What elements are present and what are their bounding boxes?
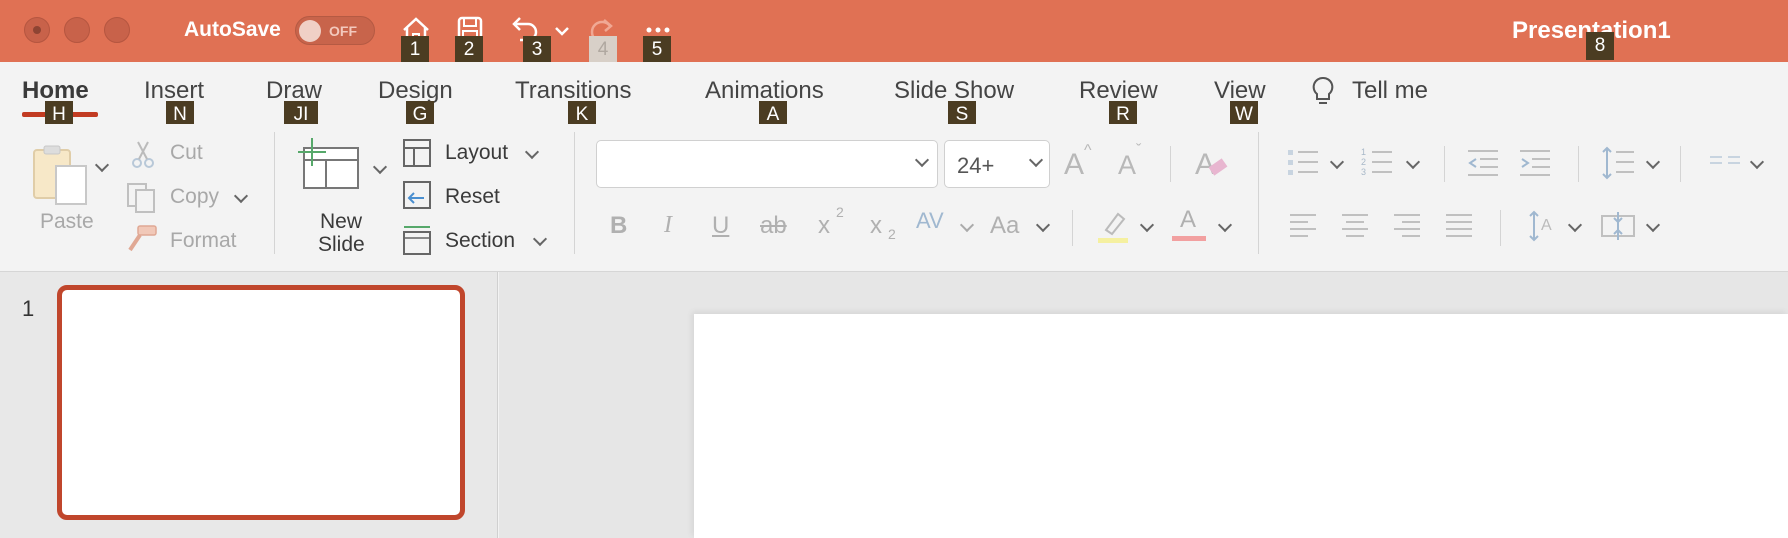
numbering-icon[interactable]: 123 [1360, 146, 1394, 180]
group-divider [274, 132, 275, 254]
font-name-combobox[interactable] [596, 140, 938, 188]
section-icon[interactable] [402, 224, 432, 256]
keytip-badge: 3 [523, 36, 551, 64]
group-divider [1444, 146, 1445, 182]
svg-text:A: A [1541, 217, 1552, 234]
new-slide-label-line2[interactable]: Slide [318, 233, 365, 257]
bullets-icon[interactable] [1286, 146, 1320, 180]
caret-down-icon: ˇ [1136, 142, 1142, 159]
keytip-badge: 4 [589, 36, 617, 64]
ribbon-tabs: Home Insert Draw Design Transitions Anim… [0, 62, 1788, 124]
font-size-chevron-down-icon[interactable] [1028, 152, 1044, 168]
reset-icon[interactable] [402, 180, 432, 210]
decrease-font-size-icon[interactable]: A [1118, 150, 1136, 181]
copy-label[interactable]: Copy [170, 185, 219, 209]
svg-text:2: 2 [1361, 157, 1366, 167]
format-painter-label[interactable]: Format [170, 229, 237, 253]
italic-button[interactable]: I [664, 212, 672, 239]
character-spacing-button[interactable]: AV [916, 208, 944, 234]
align-text-icon[interactable] [1600, 210, 1636, 242]
bold-button[interactable]: B [610, 212, 627, 240]
svg-text:1: 1 [1361, 147, 1366, 157]
font-name-chevron-down-icon[interactable] [914, 152, 930, 168]
subscript-button[interactable]: x [870, 212, 882, 240]
group-divider [1258, 132, 1259, 254]
autosave-label: AutoSave [184, 18, 281, 41]
font-size-combobox[interactable]: 24+ [944, 140, 1050, 188]
lightbulb-icon [1308, 74, 1338, 110]
svg-text:3: 3 [1361, 167, 1366, 177]
cut-label[interactable]: Cut [170, 141, 203, 165]
layout-icon[interactable] [402, 138, 432, 168]
strikethrough-button[interactable]: ab [760, 212, 787, 240]
align-right-icon[interactable] [1392, 212, 1422, 240]
paste-icon[interactable] [30, 144, 90, 206]
columns-icon[interactable] [1708, 150, 1742, 176]
change-case-button[interactable]: Aa [990, 212, 1019, 240]
font-color-button[interactable]: A [1180, 206, 1196, 234]
maximize-window-button[interactable] [104, 17, 130, 43]
section-label[interactable]: Section [445, 229, 515, 253]
scissors-icon[interactable] [128, 138, 158, 170]
minimize-window-button[interactable] [64, 17, 90, 43]
autosave-state: OFF [329, 23, 357, 39]
autosave-toggle[interactable]: OFF [295, 16, 375, 45]
tell-me-search[interactable]: Tell me [1352, 77, 1428, 105]
new-slide-icon[interactable] [298, 136, 362, 194]
slide-thumbnail[interactable] [57, 285, 465, 520]
reset-label[interactable]: Reset [445, 185, 500, 209]
keytip-badge: 5 [643, 36, 671, 64]
group-divider [1680, 146, 1681, 182]
superscript-button[interactable]: x [818, 212, 830, 240]
font-size-value: 24+ [957, 153, 995, 178]
justify-icon[interactable] [1444, 212, 1474, 240]
caret-up-icon: ^ [1084, 142, 1092, 159]
text-direction-icon[interactable]: A [1526, 208, 1558, 244]
align-center-icon[interactable] [1340, 212, 1370, 240]
highlight-icon[interactable] [1096, 208, 1130, 244]
undo-dropdown-chevron-down-icon[interactable] [550, 12, 574, 48]
keytip-badge: 1 [401, 36, 429, 64]
font-color-swatch [1172, 236, 1206, 241]
group-divider [574, 132, 575, 254]
current-slide[interactable] [694, 314, 1788, 538]
paste-label: Paste [40, 210, 94, 233]
increase-indent-icon[interactable] [1518, 148, 1552, 178]
new-slide-label-line1[interactable]: New [320, 210, 362, 234]
layout-label[interactable]: Layout [445, 141, 508, 165]
group-divider [1170, 146, 1171, 182]
superscript-2-icon: 2 [836, 204, 844, 220]
keytip-badge: 8 [1586, 32, 1614, 60]
title-bar: AutoSave OFF Presentation1 [0, 0, 1788, 62]
line-spacing-icon[interactable] [1600, 146, 1636, 180]
increase-font-size-icon[interactable]: A [1064, 148, 1084, 182]
align-left-icon[interactable] [1288, 212, 1318, 240]
group-divider [1072, 210, 1073, 246]
underline-button[interactable]: U [712, 212, 729, 240]
group-divider [1500, 210, 1501, 246]
subscript-2-icon: 2 [888, 226, 896, 242]
toggle-knob [299, 20, 321, 42]
keytip-badge: 2 [455, 36, 483, 64]
format-painter-icon[interactable] [126, 224, 158, 254]
close-window-button[interactable] [24, 17, 50, 43]
group-divider [1578, 146, 1579, 182]
decrease-indent-icon[interactable] [1466, 148, 1500, 178]
copy-icon[interactable] [124, 180, 158, 214]
slide-number: 1 [22, 296, 35, 321]
